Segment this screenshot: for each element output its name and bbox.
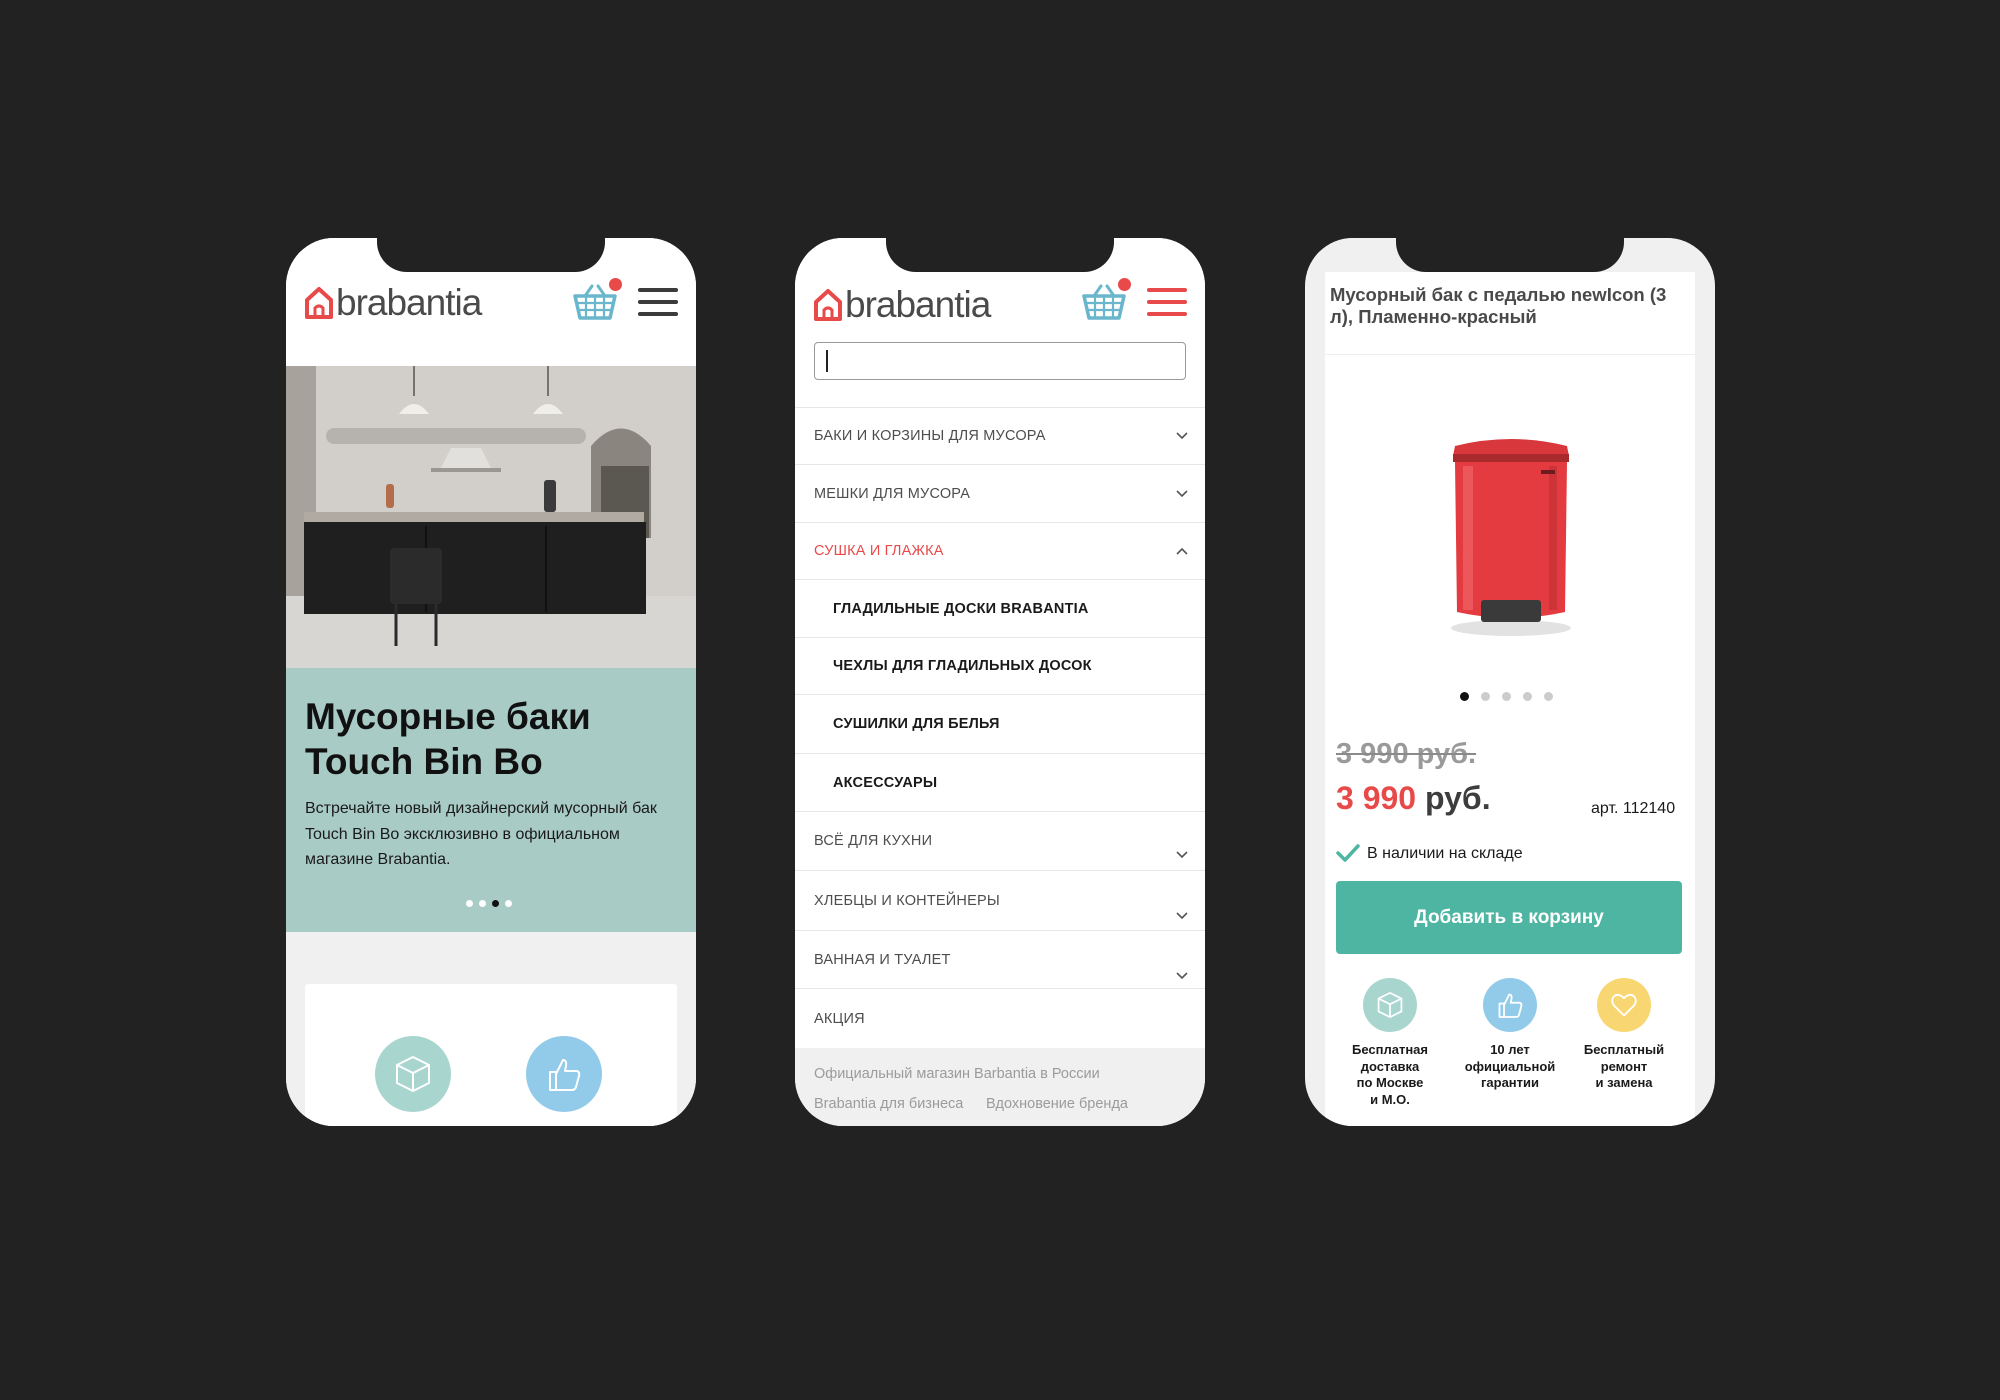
search-input[interactable] bbox=[814, 342, 1186, 380]
menu-item-label: БАКИ И КОРЗИНЫ ДЛЯ МУСОРА bbox=[814, 428, 1046, 444]
brand-logo[interactable]: brabantia bbox=[304, 282, 482, 324]
menu-item-drying-ironing[interactable]: СУШКА И ГЛАЖКА bbox=[795, 523, 1205, 580]
submenu-item-accessories[interactable]: АКСЕССУАРЫ bbox=[795, 754, 1205, 812]
logo-wordmark: brabantia bbox=[336, 282, 482, 323]
menu-item-label: ВСЁ ДЛЯ КУХНИ bbox=[814, 833, 933, 849]
chevron-down-icon bbox=[1176, 489, 1188, 497]
box-icon bbox=[396, 1056, 430, 1092]
phone-home-screen: brabantia Мусорные баки Touch Bin Bo Вст… bbox=[286, 238, 696, 1126]
new-price: 3 990 bbox=[1336, 780, 1417, 816]
text-cursor bbox=[826, 350, 828, 372]
submenu-item-label: СУШИЛКИ ДЛЯ БЕЛЬЯ bbox=[833, 716, 1000, 732]
add-to-cart-button[interactable]: Добавить в корзину bbox=[1336, 881, 1682, 954]
menu-close-button[interactable] bbox=[1147, 288, 1187, 320]
benefit-delivery bbox=[375, 1036, 451, 1112]
slider-dot[interactable] bbox=[1523, 692, 1532, 701]
submenu-item-ironing-boards[interactable]: ГЛАДИЛЬНЫЕ ДОСКИ BRABANTIA bbox=[795, 580, 1205, 638]
menu-item-label: АКЦИЯ bbox=[814, 1010, 865, 1027]
phone-notch bbox=[886, 238, 1114, 272]
menu-item-kitchen[interactable]: ВСЁ ДЛЯ КУХНИ bbox=[795, 812, 1205, 871]
price-currency: руб. bbox=[1425, 780, 1491, 816]
slider-dot[interactable] bbox=[479, 900, 486, 907]
hero-description: Встречайте новый дизайнерский мусорный б… bbox=[305, 800, 657, 868]
slider-dot[interactable] bbox=[1502, 692, 1511, 701]
submenu-item-board-covers[interactable]: ЧЕХЛЫ ДЛЯ ГЛАДИЛЬНЫХ ДОСОК bbox=[795, 638, 1205, 695]
feature-circle bbox=[1363, 978, 1417, 1032]
chevron-up-icon bbox=[1176, 547, 1188, 555]
submenu-item-label: ГЛАДИЛЬНЫЕ ДОСКИ BRABANTIA bbox=[833, 600, 1089, 617]
phone-product-screen: Мусорный бак с педалью newIcon (3 л), Пл… bbox=[1305, 238, 1715, 1126]
hero-image[interactable] bbox=[286, 366, 696, 668]
menu-item-label: ХЛЕБЦЫ И КОНТЕЙНЕРЫ bbox=[814, 892, 1000, 909]
cart-badge bbox=[609, 278, 622, 291]
feature-label: Бесплатный ремонт и замена bbox=[1583, 1042, 1665, 1090]
feature-label: 10 лет официальной гарантии bbox=[1464, 1042, 1556, 1090]
chevron-down-icon bbox=[1176, 972, 1188, 980]
old-price: 3 990 руб. bbox=[1336, 738, 1477, 770]
feature-delivery: Бесплатная доставка по Москве и М.О. bbox=[1335, 978, 1445, 1108]
chevron-down-icon bbox=[1176, 851, 1188, 859]
footer-link-inspiration[interactable]: Вдохновение бренда bbox=[986, 1096, 1128, 1112]
slider-dot-active[interactable] bbox=[1460, 692, 1469, 701]
cart-badge bbox=[1118, 278, 1131, 291]
slider-dot[interactable] bbox=[1544, 692, 1553, 701]
cart-button[interactable] bbox=[572, 278, 622, 324]
benefit-warranty bbox=[526, 1036, 602, 1112]
feature-repair: Бесплатный ремонт и замена bbox=[1569, 978, 1679, 1092]
feature-warranty: 10 лет официальной гарантии bbox=[1455, 978, 1565, 1092]
thumbs-up-icon bbox=[549, 1059, 581, 1091]
house-logo-icon bbox=[305, 287, 333, 319]
footer-link-business[interactable]: Brabantia для бизнеса bbox=[814, 1096, 963, 1112]
hero-title: Мусорные баки Touch Bin Bo bbox=[305, 696, 591, 782]
menu-item-label: ВАННАЯ И ТУАЛЕТ bbox=[814, 951, 951, 968]
phone-menu-screen: brabantia БАКИ И КОРЗИНЫ ДЛЯ МУСОРА МЕШК… bbox=[795, 238, 1205, 1126]
menu-button[interactable] bbox=[638, 288, 678, 320]
menu-item-sale[interactable]: АКЦИЯ bbox=[795, 989, 1205, 1048]
heart-icon bbox=[1611, 993, 1637, 1017]
slider-dot[interactable] bbox=[1481, 692, 1490, 701]
brand-logo[interactable]: brabantia bbox=[813, 284, 991, 326]
menu-item-trash-bins[interactable]: БАКИ И КОРЗИНЫ ДЛЯ МУСОРА bbox=[795, 408, 1205, 465]
house-logo-icon bbox=[814, 289, 842, 321]
hero-banner[interactable]: Мусорные баки Touch Bin Bo Встречайте но… bbox=[286, 668, 696, 932]
product-image[interactable] bbox=[1445, 428, 1577, 638]
hero-slider-dots[interactable] bbox=[466, 900, 512, 907]
chevron-down-icon bbox=[1176, 432, 1188, 440]
menu-footer: Официальный магазин Barbantia в России B… bbox=[795, 1048, 1205, 1126]
feature-circle bbox=[1597, 978, 1651, 1032]
box-icon bbox=[1377, 992, 1403, 1018]
feature-circle bbox=[1483, 978, 1537, 1032]
menu-item-bathroom[interactable]: ВАННАЯ И ТУАЛЕТ bbox=[795, 931, 1205, 989]
slider-dot[interactable] bbox=[466, 900, 473, 907]
logo-wordmark: brabantia bbox=[845, 284, 991, 325]
benefits-card bbox=[305, 984, 677, 1126]
menu-item-label: СУШКА И ГЛАЖКА bbox=[814, 543, 944, 559]
footer-link-official-store[interactable]: Официальный магазин Barbantia в России bbox=[814, 1066, 1100, 1082]
thumbs-up-icon bbox=[1498, 993, 1523, 1018]
check-icon bbox=[1336, 844, 1360, 862]
slider-dot[interactable] bbox=[505, 900, 512, 907]
divider bbox=[1325, 354, 1695, 355]
phone-notch bbox=[377, 238, 605, 272]
menu-item-label: МЕШКИ ДЛЯ МУСОРА bbox=[814, 485, 971, 502]
category-menu: БАКИ И КОРЗИНЫ ДЛЯ МУСОРА МЕШКИ ДЛЯ МУСО… bbox=[795, 407, 1205, 1048]
product-title: Мусорный бак с педалью newIcon (3 л), Пл… bbox=[1330, 284, 1667, 327]
image-slider-dots[interactable] bbox=[1460, 692, 1553, 701]
menu-item-bread-containers[interactable]: ХЛЕБЦЫ И КОНТЕЙНЕРЫ bbox=[795, 871, 1205, 931]
submenu-item-label: АКСЕССУАРЫ bbox=[833, 774, 938, 791]
feature-label: Бесплатная доставка по Москве и М.О. bbox=[1351, 1042, 1428, 1107]
cart-button[interactable] bbox=[1081, 278, 1131, 324]
slider-dot-active[interactable] bbox=[492, 900, 499, 907]
stock-status: В наличии на складе bbox=[1367, 845, 1523, 862]
product-article: арт. 112140 bbox=[1591, 800, 1676, 817]
phone-notch bbox=[1396, 238, 1624, 272]
submenu-item-clothes-dryers[interactable]: СУШИЛКИ ДЛЯ БЕЛЬЯ bbox=[795, 695, 1205, 754]
submenu-item-label: ЧЕХЛЫ ДЛЯ ГЛАДИЛЬНЫХ ДОСОК bbox=[833, 658, 1092, 674]
menu-item-trash-bags[interactable]: МЕШКИ ДЛЯ МУСОРА bbox=[795, 465, 1205, 523]
chevron-down-icon bbox=[1176, 912, 1188, 920]
